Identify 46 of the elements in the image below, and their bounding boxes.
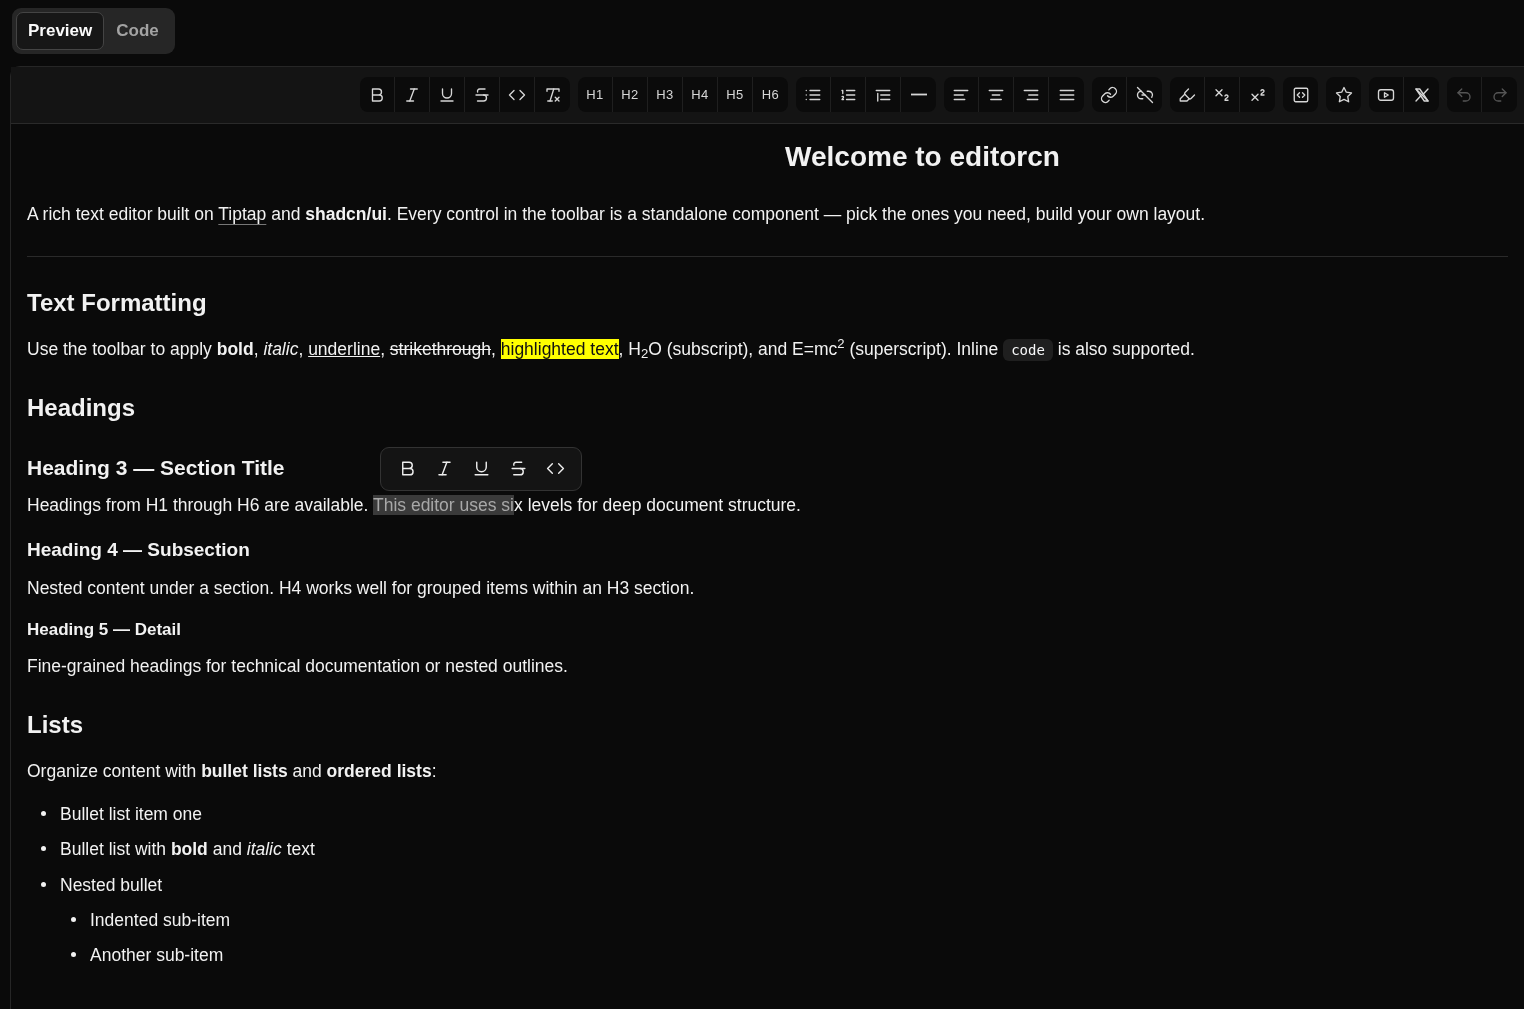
heading: Heading 3 — Section Title [27, 455, 285, 479]
tab[interactable]: Preview [16, 12, 105, 50]
bullet [41, 881, 46, 887]
bullet [71, 952, 76, 957]
code-block-icon [1291, 85, 1310, 104]
redo-icon [1490, 85, 1509, 104]
heading: Heading 4 — Subsection [27, 538, 250, 560]
strikethrough-icon [473, 85, 491, 104]
link[interactable]: Tiptap [218, 203, 267, 224]
paragraph: Use the toolbar to apply bold, italic, underline, strikethrough, highlighted text, H$_{2}$O (subscript), and E=mc$^{2}$ (superscript). Inline code is also supported. [27, 337, 1196, 362]
heading-button[interactable]: H1 [578, 77, 613, 112]
section-heading: Headings [27, 393, 136, 421]
list-item-text: Nested bullet [60, 873, 163, 897]
horizontal-rule-icon [910, 93, 927, 96]
clear-format-icon [543, 85, 562, 104]
x-logo-icon [1412, 85, 1431, 104]
bullet [41, 811, 46, 816]
italic-icon [403, 85, 421, 104]
list-item-text: Another sub-item [90, 944, 224, 967]
section-heading: Text Formatting [27, 289, 207, 316]
heading-button[interactable]: H4 [683, 77, 718, 112]
paragraph: Organize content with bullet lists and ordered lists: [27, 759, 438, 783]
paragraph: Nested content under a section. H4 works well for grouped items within an H3 section. [27, 577, 696, 600]
page-title: Welcome to editorcn [785, 140, 1060, 172]
tab[interactable]: Code [104, 12, 171, 50]
strikethrough-icon [508, 459, 528, 478]
heading: Heading 5 — Detail [27, 619, 181, 639]
heading-button[interactable]: H5 [718, 77, 753, 112]
star-icon [1334, 85, 1353, 104]
link-icon [1100, 85, 1118, 104]
list-item-text: Bullet list item one [60, 803, 202, 826]
bullet [41, 846, 46, 852]
heading-button[interactable]: H2 [613, 77, 648, 112]
highlighter-icon [1178, 85, 1196, 104]
underline-icon [438, 85, 456, 104]
unlink-icon [1135, 85, 1154, 104]
list-item-text: Bullet list with bold and italic text [60, 838, 315, 862]
undo-icon [1455, 85, 1473, 104]
heading-button[interactable]: H3 [648, 77, 683, 112]
paragraph: A rich text editor built on Tiptap and shadcn/ui. Every control in the toolbar is a standalone component — pick the ones you need, build your own layout. [27, 202, 1207, 226]
heading-button[interactable]: H6 [753, 77, 788, 112]
bullet [71, 916, 76, 922]
paragraph: Fine-grained headings for technical documentation or nested outlines. [27, 655, 569, 678]
paragraph: Headings from H1 through H6 are available. This editor uses six levels for deep document structure. [27, 494, 802, 517]
section-heading: Lists [27, 710, 83, 738]
list-item-text: Indented sub-item [90, 908, 231, 932]
